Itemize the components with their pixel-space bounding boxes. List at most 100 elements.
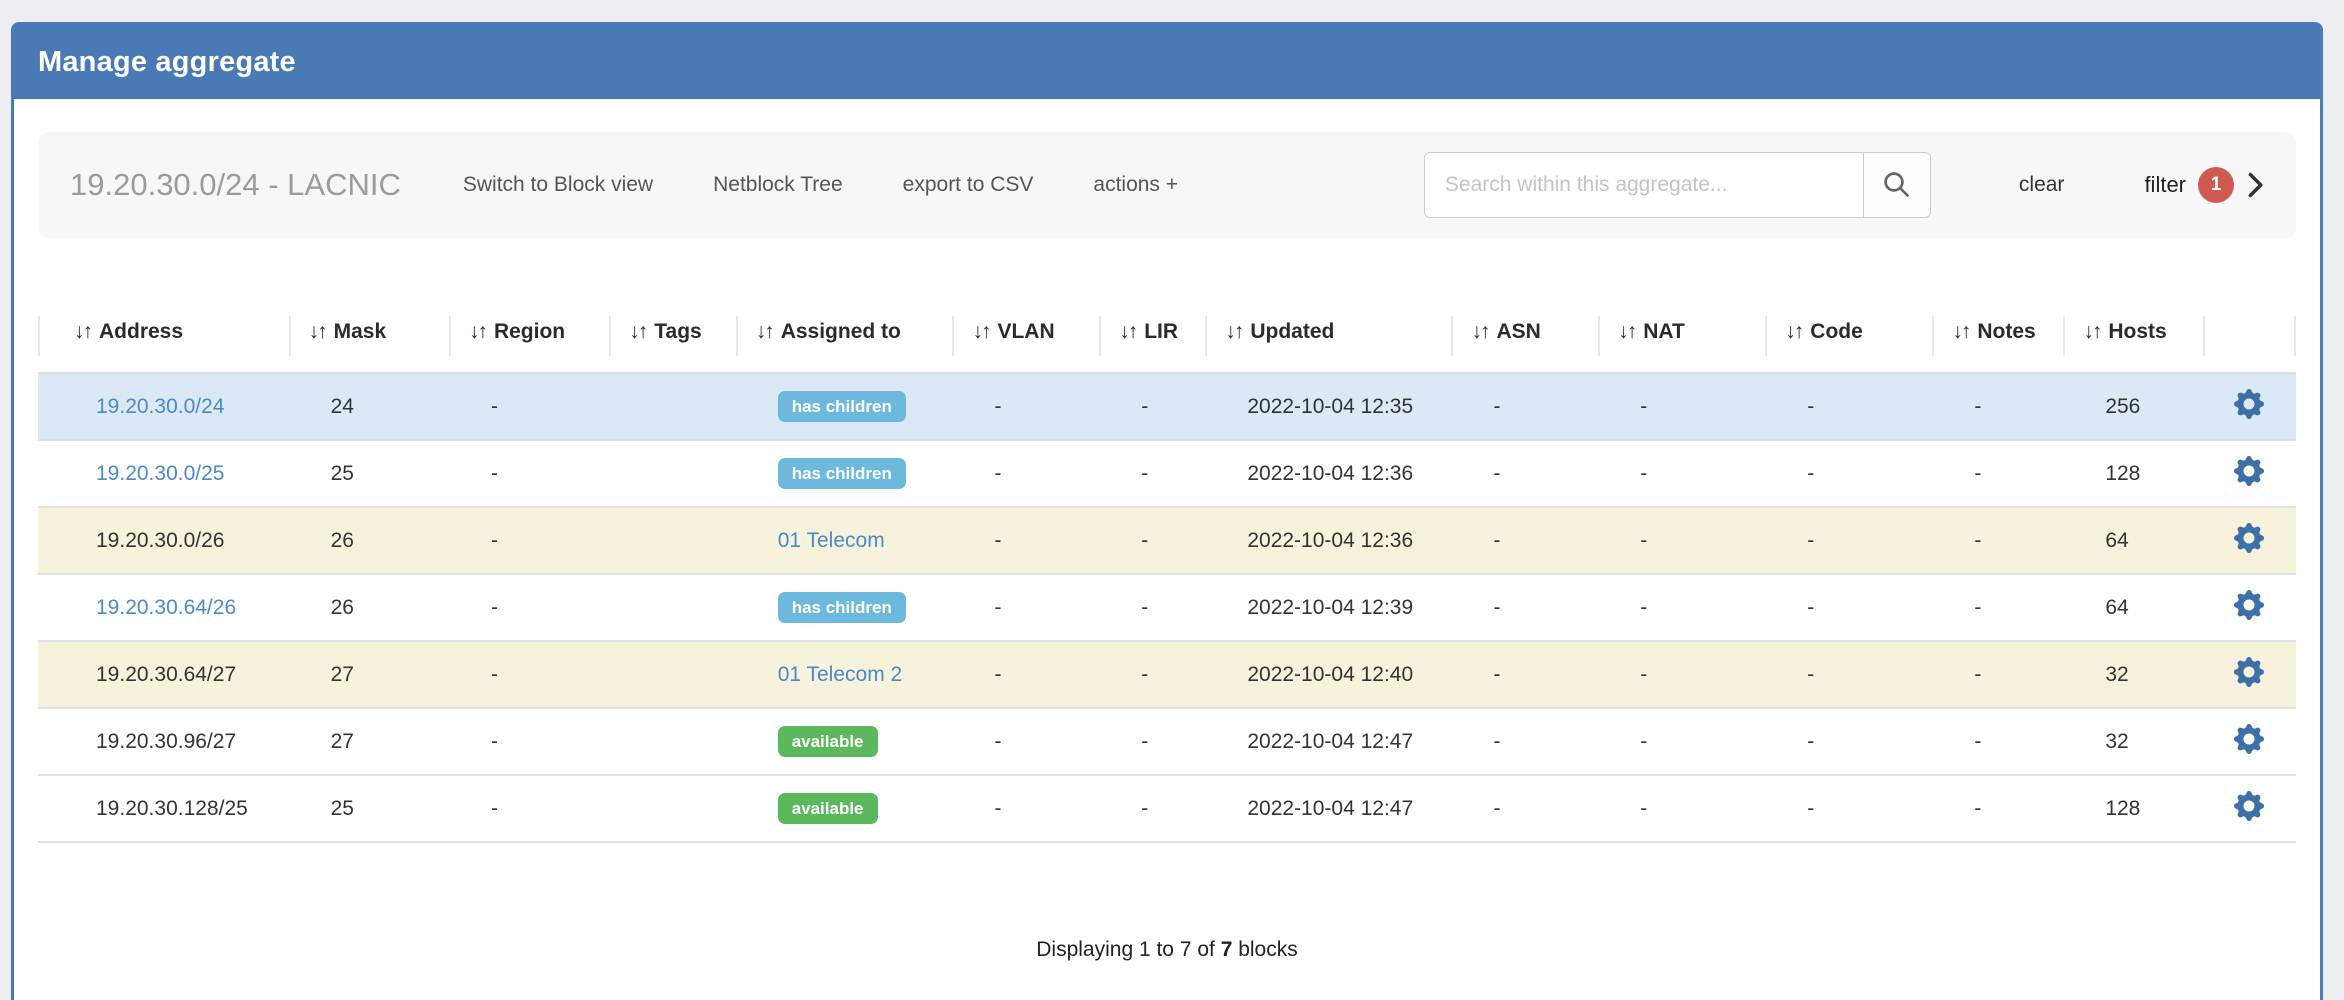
table-row: 19.20.30.96/2727-available--2022-10-04 1… <box>38 708 2296 775</box>
col-header-address[interactable]: ↓↑Address <box>38 310 289 373</box>
gear-icon[interactable] <box>2234 456 2264 486</box>
col-header-vlan[interactable]: ↓↑VLAN <box>952 310 1099 373</box>
cell-tags <box>609 641 735 708</box>
cell-hosts: 128 <box>2063 440 2203 507</box>
cell-actions <box>2203 708 2296 775</box>
col-header-tags[interactable]: ↓↑Tags <box>609 310 735 373</box>
cell-address: 19.20.30.128/25 <box>38 775 289 842</box>
panel-content: 19.20.30.0/24 - LACNIC Switch to Block v… <box>14 99 2320 962</box>
cell-updated: 2022-10-04 12:47 <box>1205 775 1451 842</box>
cell-mask: 25 <box>289 775 449 842</box>
col-header-region[interactable]: ↓↑Region <box>449 310 609 373</box>
col-header-updated[interactable]: ↓↑Updated <box>1205 310 1451 373</box>
sort-icon: ↓↑ <box>2083 320 2100 343</box>
cell-actions <box>2203 574 2296 641</box>
netblock-table-wrap: ↓↑Address↓↑Mask↓↑Region↓↑Tags↓↑Assigned … <box>38 310 2296 843</box>
gear-icon[interactable] <box>2234 389 2264 419</box>
cell-tags <box>609 373 735 440</box>
sort-icon: ↓↑ <box>309 320 326 343</box>
cell-assigned: has children <box>736 373 953 440</box>
col-header-asn[interactable]: ↓↑ASN <box>1451 310 1598 373</box>
cell-vlan: - <box>952 373 1099 440</box>
cell-actions <box>2203 507 2296 574</box>
cell-asn: - <box>1451 708 1598 775</box>
cell-address: 19.20.30.0/24 <box>38 373 289 440</box>
table-header-row: ↓↑Address↓↑Mask↓↑Region↓↑Tags↓↑Assigned … <box>38 310 2296 373</box>
gear-icon[interactable] <box>2234 657 2264 687</box>
netblock-table-body: 19.20.30.0/2424-has children--2022-10-04… <box>38 373 2296 842</box>
cell-region: - <box>449 440 609 507</box>
cell-code: - <box>1765 708 1932 775</box>
assigned-status-badge: has children <box>778 391 906 422</box>
cell-nat: - <box>1598 708 1765 775</box>
gear-icon[interactable] <box>2234 724 2264 754</box>
cell-hosts: 128 <box>2063 775 2203 842</box>
address-link[interactable]: 19.20.30.0/25 <box>96 462 224 485</box>
manage-aggregate-panel: Manage aggregate 19.20.30.0/24 - LACNIC … <box>11 22 2323 1000</box>
switch-block-view-link[interactable]: Switch to Block view <box>463 173 653 197</box>
search-button[interactable] <box>1863 152 1931 218</box>
sort-icon: ↓↑ <box>74 320 91 343</box>
cell-tags <box>609 708 735 775</box>
cell-actions <box>2203 775 2296 842</box>
address-text: 19.20.30.96/27 <box>96 730 236 753</box>
col-header-actions <box>2203 310 2296 373</box>
cell-region: - <box>449 708 609 775</box>
sort-icon: ↓↑ <box>469 320 486 343</box>
netblock-tree-link[interactable]: Netblock Tree <box>713 173 843 197</box>
filter-toggle[interactable]: filter 1 <box>2144 167 2264 203</box>
cell-asn: - <box>1451 440 1598 507</box>
gear-icon[interactable] <box>2234 590 2264 620</box>
clear-button[interactable]: clear <box>2019 173 2065 197</box>
cell-address: 19.20.30.64/27 <box>38 641 289 708</box>
gear-icon[interactable] <box>2234 523 2264 553</box>
cell-notes: - <box>1932 641 2063 708</box>
assigned-customer-link[interactable]: 01 Telecom <box>778 529 885 552</box>
chevron-right-icon <box>2248 172 2264 198</box>
col-header-mask[interactable]: ↓↑Mask <box>289 310 449 373</box>
export-csv-link[interactable]: export to CSV <box>903 173 1034 197</box>
address-link[interactable]: 19.20.30.64/26 <box>96 596 236 619</box>
col-header-lir[interactable]: ↓↑LIR <box>1099 310 1205 373</box>
address-text: 19.20.30.0/26 <box>96 529 224 552</box>
cell-hosts: 32 <box>2063 708 2203 775</box>
address-link[interactable]: 19.20.30.0/24 <box>96 395 224 418</box>
col-header-hosts[interactable]: ↓↑Hosts <box>2063 310 2203 373</box>
cell-vlan: - <box>952 775 1099 842</box>
cell-actions <box>2203 373 2296 440</box>
table-head: ↓↑Address↓↑Mask↓↑Region↓↑Tags↓↑Assigned … <box>38 310 2296 373</box>
actions-menu[interactable]: actions + <box>1093 173 1178 197</box>
cell-hosts: 32 <box>2063 641 2203 708</box>
filter-count-badge: 1 <box>2198 167 2234 203</box>
gear-icon[interactable] <box>2234 791 2264 821</box>
table-row: 19.20.30.128/2525-available--2022-10-04 … <box>38 775 2296 842</box>
cell-tags <box>609 440 735 507</box>
col-header-assigned[interactable]: ↓↑Assigned to <box>736 310 953 373</box>
cell-mask: 24 <box>289 373 449 440</box>
table-row: 19.20.30.0/2525-has children--2022-10-04… <box>38 440 2296 507</box>
col-header-notes[interactable]: ↓↑Notes <box>1932 310 2063 373</box>
sort-icon: ↓↑ <box>972 320 989 343</box>
cell-lir: - <box>1099 775 1205 842</box>
cell-nat: - <box>1598 507 1765 574</box>
cell-hosts: 64 <box>2063 507 2203 574</box>
sort-icon: ↓↑ <box>1952 320 1969 343</box>
toolbar: 19.20.30.0/24 - LACNIC Switch to Block v… <box>38 132 2296 238</box>
cell-assigned: available <box>736 775 953 842</box>
summary-suffix: blocks <box>1232 938 1297 961</box>
cell-hosts: 256 <box>2063 373 2203 440</box>
cell-notes: - <box>1932 507 2063 574</box>
col-header-code[interactable]: ↓↑Code <box>1765 310 1932 373</box>
page-title: Manage aggregate <box>38 46 296 79</box>
cell-assigned: 01 Telecom <box>736 507 953 574</box>
cell-assigned: available <box>736 708 953 775</box>
cell-assigned: has children <box>736 574 953 641</box>
pagination-summary: Displaying 1 to 7 of 7 blocks <box>38 938 2296 962</box>
cell-nat: - <box>1598 373 1765 440</box>
col-header-nat[interactable]: ↓↑NAT <box>1598 310 1765 373</box>
search-input[interactable] <box>1424 152 1864 218</box>
cell-notes: - <box>1932 775 2063 842</box>
cell-address: 19.20.30.0/26 <box>38 507 289 574</box>
cell-tags <box>609 775 735 842</box>
assigned-customer-link[interactable]: 01 Telecom 2 <box>778 663 903 686</box>
